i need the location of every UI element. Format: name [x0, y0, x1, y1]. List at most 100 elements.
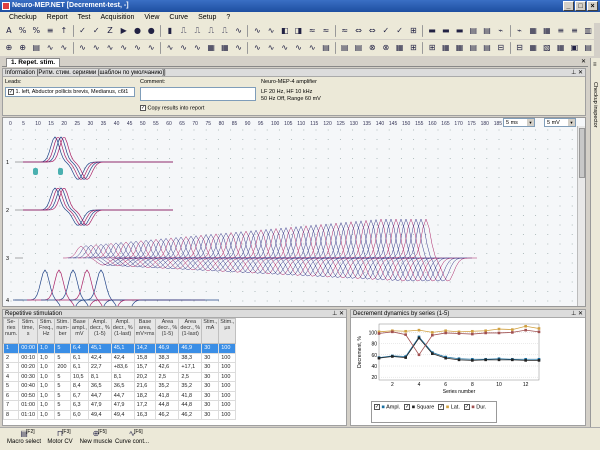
toolbar-view-icon[interactable]: ∿ — [233, 42, 245, 54]
table-row[interactable]: 6 00:50 1,0 5 6,7 44,7 44,7 18,2 41,8 41,8 30 100 — [2, 390, 237, 401]
table-row[interactable]: 1 00:00 1,0 5 6,4 45,1 45,1 14,2 46,9 46,9 30 100 — [2, 343, 237, 354]
legend-item[interactable]: ✓ ■ Ampl. — [374, 404, 400, 410]
toolbar-tool-icon[interactable]: ≡ — [44, 25, 56, 37]
copy-results-checkbox[interactable]: ✓ — [140, 105, 146, 111]
menu-curve[interactable]: Curve — [164, 12, 193, 23]
toolbar-view-icon[interactable]: ▤ — [339, 42, 351, 54]
toolbar-tool-icon[interactable]: ⌁ — [514, 25, 526, 37]
toolbar-view-icon[interactable]: ∿ — [293, 42, 305, 54]
legend-item[interactable]: ✓ ■ Dur. — [463, 404, 486, 410]
table-row[interactable]: 4 00:30 1,0 5 10,5 8,1 8,1 20,2 2,5 2,5 30 100 — [2, 371, 237, 382]
toolbar-tool-icon[interactable]: ≈ — [306, 25, 318, 37]
toolbar-tool-icon[interactable]: ▬ — [454, 25, 466, 37]
toolbar-tool-icon[interactable]: ▥ — [582, 25, 594, 37]
toolbar-tool-icon[interactable]: ⎍ — [192, 25, 204, 37]
column-header[interactable]: Stim. time, s — [18, 318, 38, 344]
column-header[interactable]: Stim. num-ber — [54, 318, 71, 344]
function-key-button[interactable]: ⊕ [F5] New muscle — [76, 429, 116, 450]
table-row[interactable]: 8 01:10 1,0 5 6,0 49,4 49,4 16,3 46,2 46,2 30 100 — [2, 409, 237, 420]
toolbar-tool-icon[interactable]: ⇔ — [366, 25, 378, 37]
lead-checkbox[interactable]: ✓ — [8, 88, 14, 95]
function-key-button[interactable]: ⊓ [F3] Motor CV — [40, 429, 80, 450]
toolbar-view-icon[interactable]: ⊕ — [17, 42, 29, 54]
toolbar-tool-icon[interactable]: ∿ — [251, 25, 263, 37]
toolbar-view-icon[interactable]: ▦ — [454, 42, 466, 54]
toolbar-tool-icon[interactable]: ≈ — [320, 25, 332, 37]
toolbar-view-icon[interactable]: ∿ — [251, 42, 263, 54]
pin-icon[interactable]: ⊥ ✕ — [332, 310, 344, 318]
maximize-button[interactable]: □ — [575, 1, 586, 11]
toolbar-view-icon[interactable]: ▧ — [541, 42, 553, 54]
toolbar-tool-icon[interactable]: ✓ — [394, 25, 406, 37]
toolbar-view-icon[interactable]: ∿ — [58, 42, 70, 54]
toolbar-view-icon[interactable]: ∿ — [306, 42, 318, 54]
legend-checkbox[interactable]: ✓ — [463, 404, 470, 410]
toolbar-tool-icon[interactable]: ⌁ — [495, 25, 507, 37]
menu-view[interactable]: View — [139, 12, 164, 23]
scrollbar-thumb[interactable] — [579, 128, 585, 178]
toolbar-view-icon[interactable]: ⊞ — [426, 42, 438, 54]
toolbar-view-icon[interactable]: ⊟ — [514, 42, 526, 54]
toolbar-view-icon[interactable]: ∿ — [77, 42, 89, 54]
pin-icon[interactable]: ⊥ ✕ — [571, 69, 583, 77]
menu-checkup[interactable]: Checkup — [4, 12, 42, 23]
column-header[interactable]: Base area, mV×ms — [133, 318, 157, 344]
column-header[interactable]: Ampl. decr., % (1-last) — [110, 318, 135, 344]
toolbar-view-icon[interactable]: ⊗ — [380, 42, 392, 54]
menu-test[interactable]: Test — [73, 12, 96, 23]
column-header[interactable]: Stim. Freq., Hz — [36, 318, 56, 344]
marker-icon[interactable] — [58, 168, 63, 175]
toolbar-view-icon[interactable]: ▦ — [394, 42, 406, 54]
menu-acquisition[interactable]: Acquisition — [96, 12, 140, 23]
toolbar-view-icon[interactable]: ⊕ — [3, 42, 15, 54]
toolbar-tool-icon[interactable]: ≡ — [569, 25, 581, 37]
plot-scrollbar[interactable] — [577, 126, 585, 306]
close-button[interactable]: × — [587, 1, 598, 11]
toolbar-view-icon[interactable]: ∿ — [164, 42, 176, 54]
menu-[interactable]: ? — [221, 12, 235, 23]
toolbar-view-icon[interactable]: ▦ — [219, 42, 231, 54]
toolbar-tool-icon[interactable]: ▶ — [118, 25, 130, 37]
legend-item[interactable]: ✓ ■ Square — [404, 404, 434, 410]
waveform-plot[interactable]: 0 5 10 15 20 25 30 35 40 45 50 55 60 65 70 75 80 85 90 95 10… — [2, 117, 586, 307]
toolbar-tool-icon[interactable]: ▬ — [440, 25, 452, 37]
toolbar-tool-icon[interactable]: ∿ — [233, 25, 245, 37]
toolbar-tool-icon[interactable]: ⎍ — [178, 25, 190, 37]
toolbar-view-icon[interactable]: ⊟ — [495, 42, 507, 54]
toolbar-view-icon[interactable]: ▦ — [205, 42, 217, 54]
toolbar-tool-icon[interactable]: % — [30, 25, 42, 37]
toolbar-tool-icon[interactable]: ⊞ — [408, 25, 420, 37]
column-header[interactable]: Ampl. decr., % (1-5) — [87, 318, 112, 344]
table-row[interactable]: 3 00:20 1,0 200 6,1 22,7 +83,6 15,7 42,6 +17,1 30 1… — [2, 362, 237, 373]
close-tab-icon[interactable]: ✕ — [581, 58, 586, 65]
comment-input[interactable] — [140, 87, 256, 101]
toolbar-tool-icon[interactable]: ▤ — [467, 25, 479, 37]
column-header[interactable]: Area decr., % (1-5) — [155, 318, 180, 344]
column-header[interactable]: Stim., mA — [201, 318, 220, 344]
toolbar-view-icon[interactable]: ∿ — [178, 42, 190, 54]
toolbar-tool-icon[interactable]: ◧ — [279, 25, 291, 37]
toolbar-tool-icon[interactable]: ▦ — [527, 25, 539, 37]
column-header[interactable]: Base ampl., mV — [69, 318, 89, 344]
toolbar-tool-icon[interactable]: ✓ — [77, 25, 89, 37]
toolbar-tool-icon[interactable]: ⎍ — [205, 25, 217, 37]
menu-report[interactable]: Report — [42, 12, 73, 23]
pin-icon[interactable]: ⊥ ✕ — [571, 310, 583, 318]
toolbar-view-icon[interactable]: ▣ — [569, 42, 581, 54]
toolbar-view-icon[interactable]: ∿ — [192, 42, 204, 54]
toolbar-view-icon[interactable]: ▤ — [353, 42, 365, 54]
toolbar-tool-icon[interactable]: % — [17, 25, 29, 37]
toolbar-tool-icon[interactable]: ▤ — [481, 25, 493, 37]
toolbar-view-icon[interactable]: ▦ — [440, 42, 452, 54]
toolbar-view-icon[interactable]: ∿ — [265, 42, 277, 54]
toolbar-tool-icon[interactable]: ◨ — [293, 25, 305, 37]
column-header[interactable]: Stim., μs — [218, 318, 237, 344]
toolbar-tool-icon[interactable]: ≈ — [339, 25, 351, 37]
toolbar-tool-icon[interactable]: ▬ — [426, 25, 438, 37]
table-row[interactable]: 2 00:10 1,0 5 6,1 42,4 42,4 15,8 38,3 38,3 30 100 — [2, 352, 237, 363]
toolbar-view-icon[interactable]: ▤ — [30, 42, 42, 54]
toolbar-tool-icon[interactable]: ⎍ — [219, 25, 231, 37]
table-row[interactable]: 7 01:00 1,0 5 6,3 47,9 47,9 17,2 44,8 44,8 30 100 — [2, 400, 237, 411]
minimize-button[interactable]: _ — [563, 1, 574, 11]
checkup-inspector-sidebar[interactable]: ≡ Checkup inspector — [590, 58, 600, 450]
